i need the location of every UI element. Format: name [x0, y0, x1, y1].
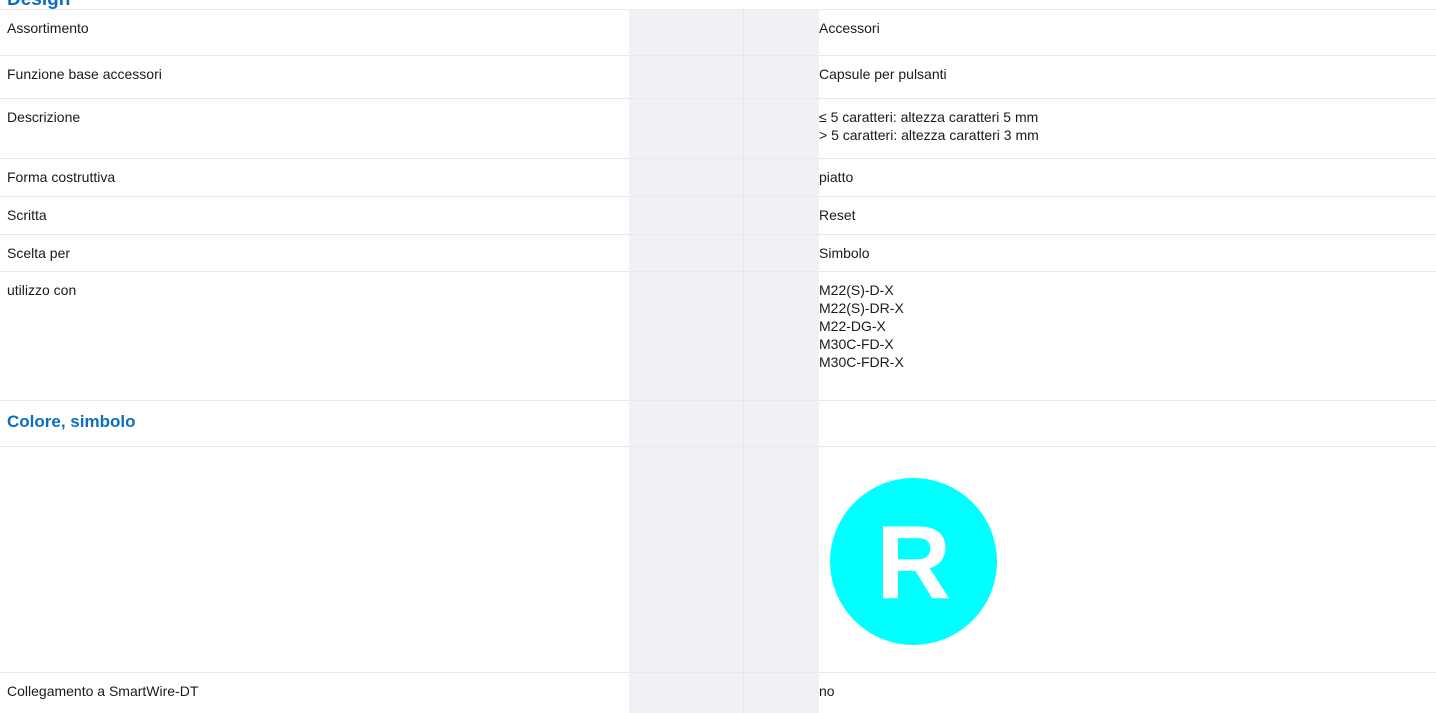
- gap-column: [743, 56, 819, 98]
- gap-column: [743, 401, 819, 446]
- row-label: Forma costruttiva: [7, 169, 116, 185]
- row-label: Scritta: [7, 207, 47, 223]
- table-row: Scritta Reset: [0, 196, 1436, 234]
- row-value-line: M22-DG-X: [819, 318, 886, 334]
- row-value: Simbolo: [819, 235, 1436, 271]
- table-row: Funzione base accessori Capsule per puls…: [0, 55, 1436, 98]
- symbol-wrap: R: [819, 447, 1436, 672]
- symbol-letter: R: [875, 504, 952, 621]
- symbol-cell: R: [819, 447, 1436, 672]
- top-heading-clip: Design: [0, 0, 1436, 9]
- row-label-empty: [0, 447, 629, 672]
- letter-r-symbol-icon: R: [830, 478, 997, 645]
- row-value-line: Simbolo: [819, 245, 870, 261]
- row-value-line: no: [819, 683, 835, 699]
- row-label: Collegamento a SmartWire-DT: [7, 683, 199, 699]
- section-heading-design: Design: [7, 0, 70, 9]
- row-label: Funzione base accessori: [7, 66, 162, 82]
- gap-column: [743, 235, 819, 271]
- row-value: no: [819, 673, 1436, 713]
- table-row: Assortimento Accessori: [0, 9, 1436, 55]
- row-value-line: Reset: [819, 207, 856, 223]
- row-value-line: ≤ 5 caratteri: altezza caratteri 5 mm: [819, 109, 1039, 125]
- row-value: Capsule per pulsanti: [819, 56, 1436, 98]
- gap-column: [629, 56, 743, 98]
- row-value-line: M30C-FDR-X: [819, 354, 904, 370]
- row-value-line: > 5 caratteri: altezza caratteri 3 mm: [819, 127, 1039, 143]
- gap-column: [629, 10, 743, 55]
- row-value-line: M22(S)-D-X: [819, 282, 894, 298]
- gap-column: [743, 447, 819, 672]
- spec-table: Assortimento Accessori Funzione base acc…: [0, 9, 1436, 713]
- gap-column: [743, 10, 819, 55]
- row-value: piatto: [819, 159, 1436, 196]
- gap-column: [629, 401, 743, 446]
- table-row: Scelta per Simbolo: [0, 234, 1436, 271]
- gap-column: [629, 235, 743, 271]
- table-row: Forma costruttiva piatto: [0, 158, 1436, 196]
- section-title-colore-simbolo: Colore, simbolo: [7, 412, 136, 431]
- gap-column: [743, 99, 819, 158]
- row-value: Reset: [819, 197, 1436, 234]
- gap-column: [629, 197, 743, 234]
- gap-column: [743, 197, 819, 234]
- gap-column: [629, 99, 743, 158]
- row-value: ≤ 5 caratteri: altezza caratteri 5 mm > …: [819, 99, 1436, 158]
- row-value-empty: [819, 401, 1436, 446]
- row-value: M22(S)-D-X M22(S)-DR-X M22-DG-X M30C-FD-…: [819, 272, 1436, 400]
- row-label: Descrizione: [7, 109, 81, 125]
- row-value: Accessori: [819, 10, 1436, 55]
- gap-column: [629, 447, 743, 672]
- row-value-line: Accessori: [819, 20, 880, 36]
- row-label: Scelta per: [7, 245, 71, 261]
- row-value-line: piatto: [819, 169, 854, 185]
- gap-column: [629, 673, 743, 713]
- row-value-line: M30C-FD-X: [819, 336, 894, 352]
- symbol-row: R: [0, 446, 1436, 672]
- table-row: Descrizione ≤ 5 caratteri: altezza carat…: [0, 98, 1436, 158]
- row-value-line: M22(S)-DR-X: [819, 300, 904, 316]
- gap-column: [743, 272, 819, 400]
- table-row: Collegamento a SmartWire-DT no: [0, 672, 1436, 713]
- gap-column: [629, 159, 743, 196]
- row-label: Assortimento: [7, 20, 89, 36]
- row-label: utilizzo con: [7, 282, 77, 298]
- gap-column: [743, 159, 819, 196]
- table-row: utilizzo con M22(S)-D-X M22(S)-DR-X M22-…: [0, 271, 1436, 400]
- gap-column: [629, 272, 743, 400]
- section-row-colore: Colore, simbolo: [0, 400, 1436, 446]
- row-value-line: Capsule per pulsanti: [819, 66, 947, 82]
- gap-column: [743, 673, 819, 713]
